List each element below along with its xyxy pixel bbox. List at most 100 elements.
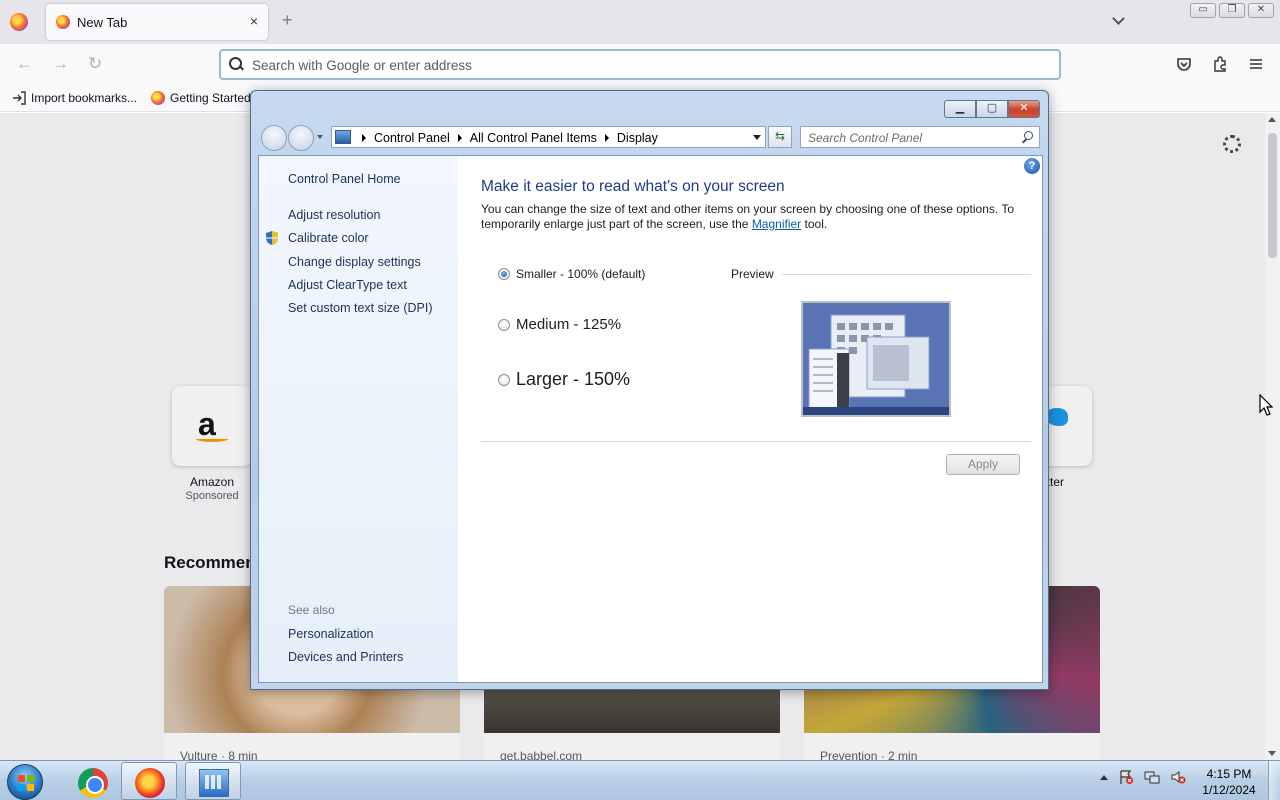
link-control-panel-home[interactable]: Control Panel Home: [288, 172, 401, 186]
page-description: You can change the size of text and othe…: [481, 202, 1026, 232]
taskbar-clock[interactable]: 4:15 PM 1/12/2024: [1196, 766, 1262, 798]
option-medium-125[interactable]: Medium - 125%: [498, 316, 621, 333]
help-icon[interactable]: ?: [1024, 158, 1040, 174]
refresh-button[interactable]: ⇆: [768, 126, 792, 148]
option-label: Medium - 125%: [516, 316, 622, 333]
new-tab-button[interactable]: +: [282, 11, 293, 29]
search-icon[interactable]: [1022, 131, 1034, 143]
network-icon[interactable]: [1144, 769, 1160, 785]
search-icon: [229, 57, 243, 71]
breadcrumb-item[interactable]: Control Panel: [374, 131, 450, 145]
chrome-icon: [78, 768, 108, 798]
taskbar-control-panel[interactable]: [185, 762, 241, 800]
breadcrumb-arrow-icon[interactable]: [362, 134, 366, 142]
display-main-pane: ? Make it easier to read what's on your …: [458, 156, 1042, 682]
reload-icon[interactable]: ↻: [88, 54, 102, 74]
url-bar[interactable]: Search with Google or enter address: [219, 49, 1061, 80]
browser-close-button[interactable]: ✕: [1248, 3, 1274, 18]
section-divider: [481, 441, 1031, 442]
volume-muted-icon[interactable]: [1170, 769, 1186, 785]
option-label: Smaller - 100% (default): [516, 267, 646, 281]
forward-arrow-icon[interactable]: →: [52, 54, 69, 74]
show-desktop-button[interactable]: [1268, 761, 1280, 800]
control-panel-window: ▁ ▢ ✕ Control Panel All Control Panel It…: [250, 90, 1049, 690]
control-panel-search-input[interactable]: Search Control Panel: [800, 126, 1040, 148]
bookmark-import[interactable]: Import bookmarks...: [12, 91, 137, 105]
tab-title: New Tab: [77, 15, 128, 30]
scrollbar-thumb[interactable]: [1268, 133, 1277, 258]
page-scrollbar[interactable]: [1265, 113, 1280, 760]
window-minimize-button[interactable]: ▁: [944, 100, 976, 118]
window-title-buttons: ▁ ▢ ✕: [944, 100, 1040, 118]
start-button[interactable]: [7, 764, 43, 800]
refresh-icon: ⇆: [774, 129, 786, 143]
back-arrow-icon[interactable]: ←: [16, 54, 33, 74]
list-all-tabs-icon[interactable]: [1112, 14, 1126, 28]
system-tray: [1100, 769, 1186, 785]
address-bar[interactable]: Control Panel All Control Panel Items Di…: [331, 126, 766, 148]
breadcrumb-arrow-icon[interactable]: [457, 134, 462, 142]
import-icon: [13, 91, 26, 105]
browser-restore-button[interactable]: ❐: [1219, 3, 1245, 18]
firefox-icon: [135, 768, 165, 798]
control-panel-content: Control Panel Home Adjust resolution Cal…: [258, 155, 1043, 683]
window-close-button[interactable]: ✕: [1008, 100, 1040, 118]
option-larger-150[interactable]: Larger - 150%: [498, 369, 630, 390]
scroll-up-arrow-icon[interactable]: [1268, 117, 1276, 122]
link-change-display-settings[interactable]: Change display settings: [288, 255, 421, 269]
control-panel-icon: [335, 130, 351, 144]
link-devices-and-printers[interactable]: Devices and Printers: [288, 650, 403, 664]
breadcrumb-arrow-icon[interactable]: [604, 134, 609, 142]
taskbar-firefox[interactable]: [121, 762, 177, 800]
breadcrumb: Control Panel All Control Panel Items Di…: [354, 131, 658, 145]
back-button[interactable]: [261, 125, 287, 151]
firefox-favicon-icon: [56, 15, 70, 29]
taskbar-chrome[interactable]: [62, 762, 118, 800]
action-center-flag-icon[interactable]: [1118, 769, 1134, 785]
url-bar-placeholder: Search with Google or enter address: [252, 58, 472, 73]
option-smaller-100[interactable]: Smaller - 100% (default): [498, 267, 645, 281]
see-also-heading: See also: [288, 603, 335, 617]
link-calibrate-color[interactable]: Calibrate color: [288, 231, 369, 245]
link-custom-text-size[interactable]: Set custom text size (DPI): [288, 301, 432, 315]
hamburger-menu-icon[interactable]: [1248, 56, 1264, 72]
recent-pages-dropdown-icon[interactable]: [317, 135, 323, 139]
extensions-icon[interactable]: [1212, 56, 1228, 72]
clock-time: 4:15 PM: [1206, 767, 1252, 781]
pocket-icon[interactable]: [1176, 56, 1192, 72]
preview-heading: Preview: [731, 267, 782, 281]
link-personalization[interactable]: Personalization: [288, 627, 373, 641]
breadcrumb-item[interactable]: All Control Panel Items: [470, 131, 597, 145]
scroll-down-arrow-icon[interactable]: [1268, 751, 1276, 756]
browser-tab-bar: New Tab × + ▭ ❐ ✕: [0, 0, 1280, 44]
browser-window-controls: ▭ ❐ ✕: [1190, 3, 1274, 18]
description-text: tool.: [801, 217, 828, 231]
preview-image: [801, 301, 951, 417]
radio-button-selected[interactable]: [498, 268, 510, 280]
radio-button[interactable]: [498, 373, 510, 386]
apply-button[interactable]: Apply: [946, 454, 1020, 475]
firefox-menu-icon[interactable]: [10, 13, 28, 31]
uac-shield-icon: [266, 231, 278, 245]
link-adjust-resolution[interactable]: Adjust resolution: [288, 208, 380, 222]
option-label: Larger - 150%: [516, 369, 631, 389]
address-history-dropdown-icon[interactable]: [753, 135, 761, 140]
search-placeholder: Search Control Panel: [808, 131, 923, 145]
tab-close-icon[interactable]: ×: [250, 13, 258, 29]
show-hidden-icons-icon[interactable]: [1100, 774, 1108, 780]
browser-nav-bar: ← → ↻ Search with Google or enter addres…: [0, 44, 1280, 86]
magnifier-link[interactable]: Magnifier: [752, 217, 801, 231]
bookmark-getting-started[interactable]: Getting Started: [151, 91, 251, 105]
control-panel-icon: [199, 769, 229, 797]
forward-button[interactable]: [288, 125, 314, 151]
breadcrumb-item[interactable]: Display: [617, 131, 658, 145]
radio-button[interactable]: [498, 318, 510, 331]
link-adjust-cleartype[interactable]: Adjust ClearType text: [288, 278, 407, 292]
preview-desktop-illustration: [803, 303, 949, 415]
browser-minimize-button[interactable]: ▭: [1190, 3, 1216, 18]
windows-logo-icon: [18, 775, 34, 791]
tab-new-tab[interactable]: New Tab ×: [46, 4, 268, 40]
window-maximize-button[interactable]: ▢: [976, 100, 1008, 118]
task-pane: Control Panel Home Adjust resolution Cal…: [259, 156, 458, 682]
clock-date: 1/12/2024: [1202, 783, 1256, 797]
